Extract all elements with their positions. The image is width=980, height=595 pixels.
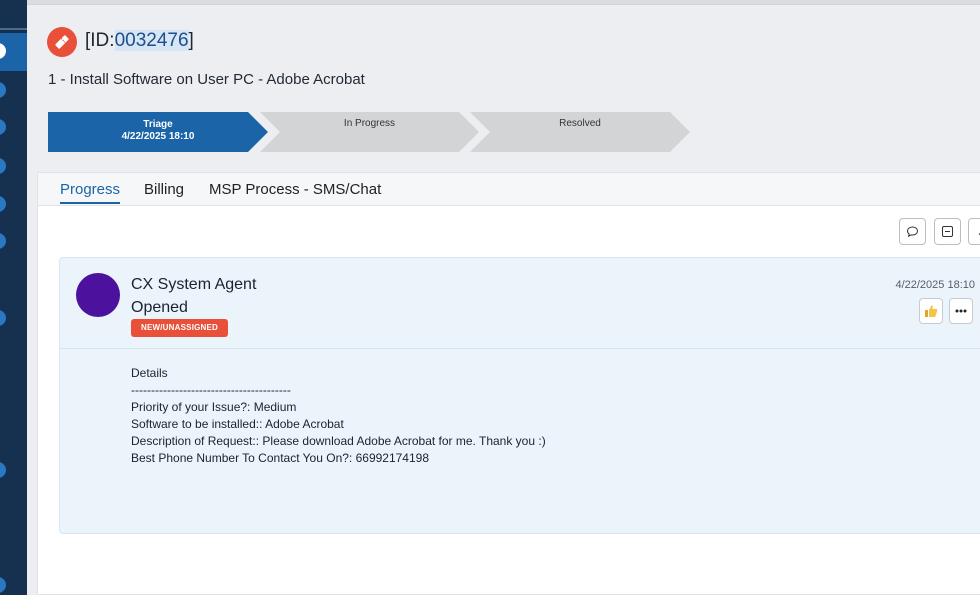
ticket-id: [ID:0032476]	[85, 30, 194, 52]
rail-nav-icon[interactable]	[0, 310, 6, 326]
details-line: Priority of your Issue?: Medium	[131, 400, 297, 414]
details-separator: ----------------------------------------	[131, 383, 291, 397]
stage-pipeline: Triage 4/22/2025 18:10 In Progress Resol…	[48, 112, 698, 152]
rail-nav-icon[interactable]	[0, 119, 6, 135]
thumbs-up-icon	[925, 305, 938, 317]
like-button[interactable]	[919, 298, 943, 324]
top-bar	[27, 0, 980, 5]
ticket-id-suffix: ]	[188, 30, 194, 51]
rail-nav-icon[interactable]	[0, 233, 6, 249]
rail-nav-icon[interactable]	[0, 82, 6, 98]
rail-nav-icon[interactable]	[0, 158, 6, 174]
details-line: Best Phone Number To Contact You On?: 66…	[131, 451, 430, 465]
details-line: Software to be installed:: Adobe Acrobat	[131, 417, 344, 431]
stage-triage[interactable]: Triage 4/22/2025 18:10	[48, 112, 268, 152]
collapse-icon	[942, 226, 953, 237]
rail-divider	[0, 28, 27, 30]
agent-name: CX System Agent	[131, 276, 257, 293]
collapse-button[interactable]	[934, 218, 961, 245]
stage-label: Resolved	[559, 118, 601, 129]
rail-nav-icon[interactable]	[0, 577, 6, 593]
more-options-button[interactable]	[949, 298, 973, 324]
more-options-icon	[955, 309, 967, 313]
ticket-view: [ID:0032476] 1 - Install Software on Use…	[27, 0, 980, 595]
details-line: Description of Request:: Please download…	[131, 434, 546, 448]
sort-button[interactable]	[968, 218, 980, 245]
ticket-id-number[interactable]: 0032476	[114, 30, 189, 51]
activity-card: CX System Agent Opened NEW/UNASSIGNED 4/…	[59, 257, 980, 534]
stage-label: In Progress	[343, 118, 396, 129]
comment-icon	[906, 226, 919, 238]
stage-label: Triage	[143, 119, 173, 130]
left-nav-rail	[0, 0, 27, 595]
comment-button[interactable]	[899, 218, 926, 245]
activity-details: Details ---------------------------------…	[131, 365, 546, 467]
tab-bar: Progress Billing MSP Process - SMS/Chat	[38, 173, 980, 206]
ticket-id-prefix: [ID:	[85, 30, 115, 51]
stage-date: 4/22/2025 18:10	[121, 131, 195, 142]
activity-action: Opened	[131, 299, 188, 316]
tab-msp-process[interactable]: MSP Process - SMS/Chat	[209, 181, 381, 198]
card-divider	[60, 348, 980, 349]
ticket-title: 1 - Install Software on User PC - Adobe …	[48, 71, 365, 88]
tab-progress[interactable]: Progress	[60, 181, 121, 204]
content-panel: Progress Billing MSP Process - SMS/Chat …	[37, 172, 980, 595]
avatar	[76, 273, 120, 317]
rail-nav-icon[interactable]	[0, 462, 6, 478]
activity-timestamp: 4/22/2025 18:10	[895, 279, 975, 291]
sort-down-icon	[978, 233, 980, 236]
tab-billing[interactable]: Billing	[144, 181, 184, 198]
stage-resolved[interactable]: Resolved	[470, 112, 690, 152]
stage-in-progress[interactable]: In Progress	[260, 112, 479, 152]
ticket-icon	[47, 27, 77, 57]
status-badge: NEW/UNASSIGNED	[131, 319, 229, 337]
details-heading: Details	[131, 366, 168, 380]
rail-nav-icon[interactable]	[0, 196, 6, 212]
